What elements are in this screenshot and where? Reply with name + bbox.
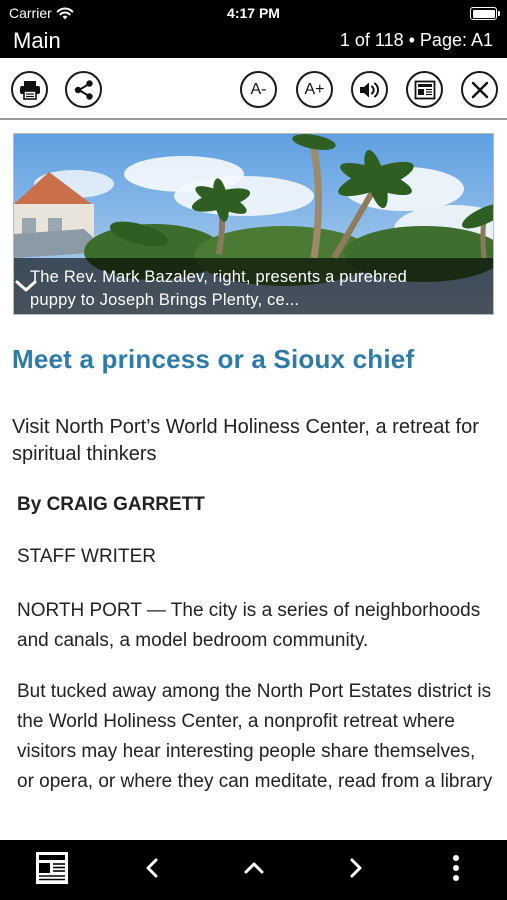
article-byline: By CRAIG GARRETT	[17, 494, 205, 515]
article-headline: Meet a princess or a Sioux chief	[12, 344, 415, 374]
article-paragraph: NORTH PORT — The city is a series of nei…	[17, 600, 481, 651]
increase-font-label: A+	[304, 80, 325, 98]
caption-text: The Rev. Mark Bazalev, right, presents a…	[30, 268, 407, 309]
close-button[interactable]	[461, 71, 498, 108]
article-subhead: Visit North Port’s World Holiness Center…	[12, 416, 479, 465]
previous-icon	[146, 858, 158, 878]
photo-caption: The Rev. Mark Bazalev, right, presents a…	[14, 258, 493, 314]
page-view-button[interactable]	[406, 71, 443, 108]
page-view-nav-button[interactable]	[30, 848, 74, 888]
previous-button[interactable]	[136, 848, 168, 888]
next-icon	[350, 858, 362, 878]
decrease-font-button[interactable]: A-	[240, 71, 277, 108]
next-button[interactable]	[340, 848, 372, 888]
close-icon	[471, 81, 488, 98]
status-time: 4:17 PM	[227, 5, 280, 21]
article-paragraph: But tucked away among the North Port Est…	[17, 681, 493, 792]
page-indicator: 1 of 118 • Page: A1	[339, 30, 493, 50]
article-photo[interactable]: The Rev. Mark Bazalev, right, presents a…	[13, 133, 494, 315]
more-button[interactable]	[440, 848, 472, 888]
increase-font-button[interactable]: A+	[296, 71, 333, 108]
article-toolbar: A- A+	[0, 58, 507, 120]
read-aloud-button[interactable]	[351, 71, 388, 108]
section-title[interactable]: Main	[13, 28, 61, 54]
more-icon	[453, 855, 459, 881]
nav-header: Main 1 of 118 • Page: A1	[0, 26, 507, 58]
page-view-icon	[36, 852, 68, 884]
up-button[interactable]	[238, 848, 270, 888]
status-bar: Carrier 4:17 PM	[0, 0, 507, 26]
printer-icon	[19, 80, 40, 100]
print-button[interactable]	[11, 71, 48, 108]
chevron-down-icon[interactable]	[14, 278, 38, 294]
share-button[interactable]	[65, 71, 102, 108]
author-role: STAFF WRITER	[17, 546, 156, 567]
decrease-font-label: A-	[250, 80, 267, 98]
article-body: NORTH PORT — The city is a series of nei…	[17, 596, 495, 840]
battery-icon	[470, 7, 500, 20]
speaker-icon	[359, 82, 379, 97]
up-icon	[244, 862, 264, 874]
newspaper-icon	[414, 80, 435, 99]
bottom-toolbar	[0, 840, 507, 900]
share-icon	[74, 79, 93, 100]
